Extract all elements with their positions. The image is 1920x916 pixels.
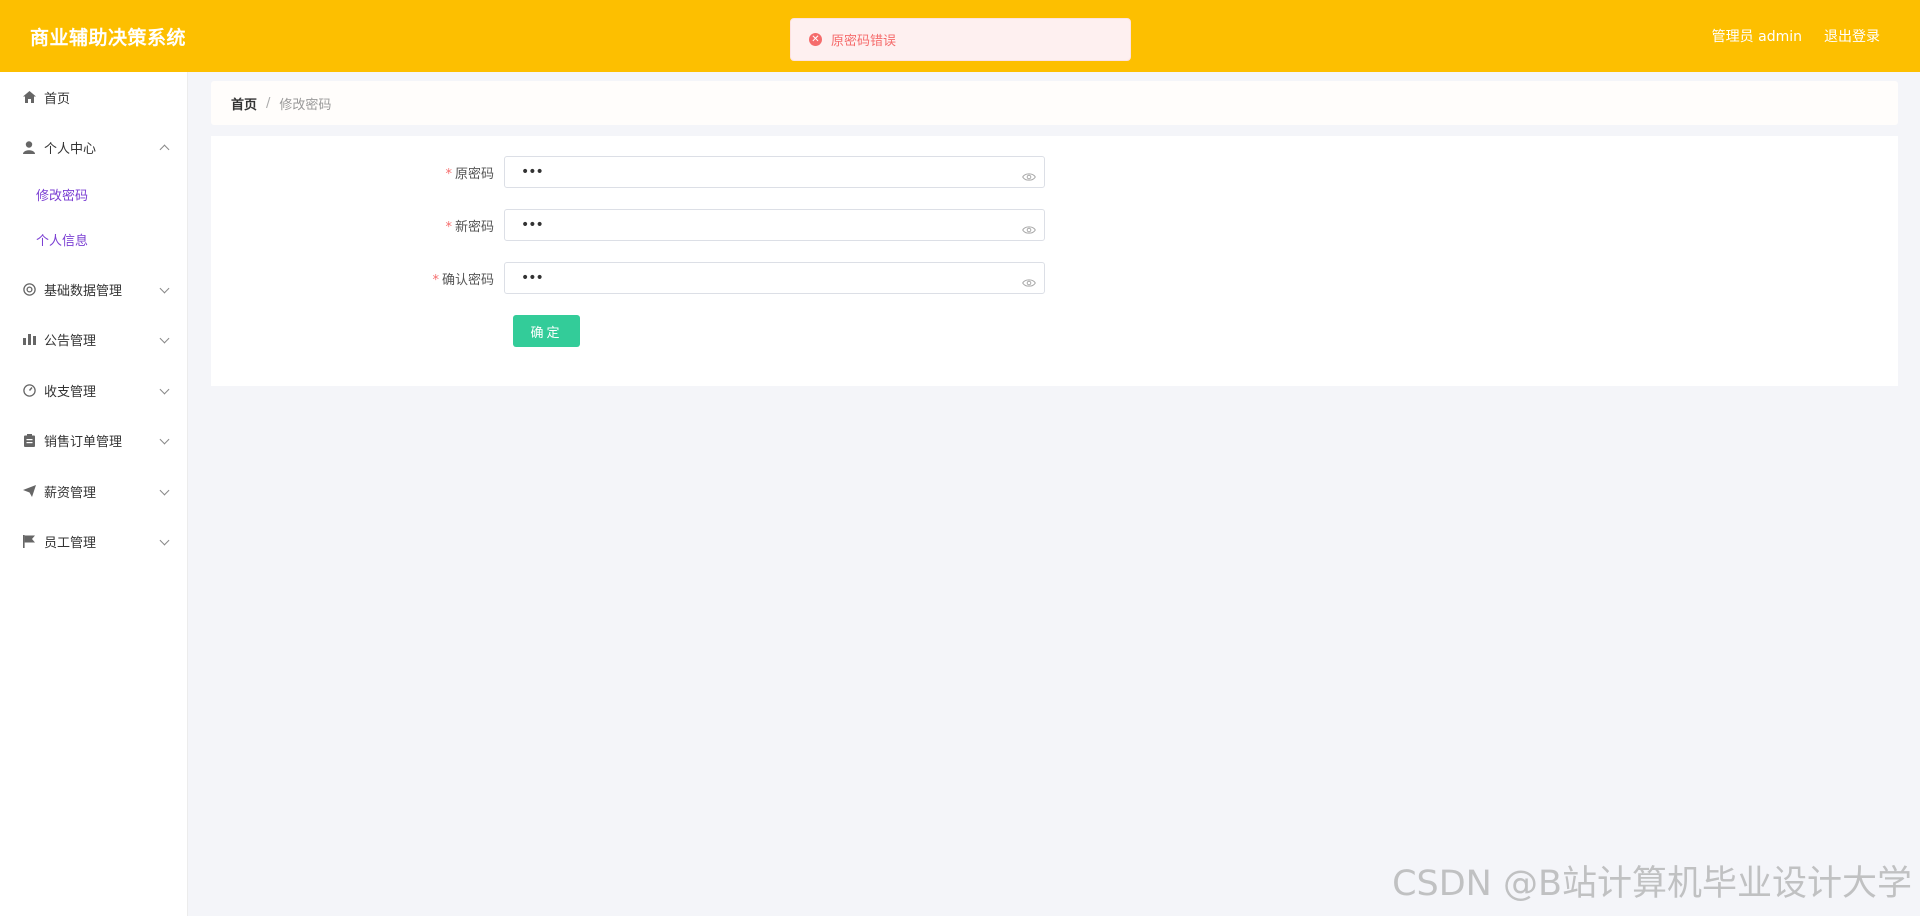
- confirm-password-field[interactable]: [504, 262, 1045, 294]
- home-icon: [22, 90, 36, 104]
- sidebar-item-basic-data[interactable]: 基础数据管理: [0, 264, 188, 314]
- sidebar-item-salary[interactable]: 薪资管理: [0, 466, 188, 516]
- sidebar-item-personal-center[interactable]: 个人中心: [0, 122, 188, 172]
- sidebar-item-label: 公告管理: [44, 333, 97, 349]
- field-label-text: 原密码: [454, 166, 494, 182]
- form-row-confirm-password: * 确认密码: [211, 262, 1045, 294]
- old-password-field[interactable]: [504, 156, 1045, 188]
- new-password-field[interactable]: [504, 209, 1045, 241]
- sidebar-item-announcements[interactable]: 公告管理: [0, 314, 188, 364]
- clipboard-icon: [22, 433, 36, 447]
- error-toast: ✕ 原密码错误: [790, 18, 1131, 61]
- logout-link[interactable]: 退出登录: [1824, 26, 1880, 46]
- sidebar-subitem-label: 修改密码: [36, 188, 89, 204]
- sidebar-item-label: 个人中心: [44, 141, 97, 157]
- eye-icon[interactable]: [1022, 220, 1036, 234]
- chevron-down-icon: [159, 434, 170, 445]
- chevron-down-icon: [159, 535, 170, 546]
- sidebar-item-home[interactable]: 首页: [0, 72, 188, 122]
- form-row-new-password: * 新密码: [211, 209, 1045, 241]
- app-title: 商业辅助决策系统: [30, 26, 187, 49]
- breadcrumb-current: 修改密码: [279, 97, 332, 113]
- required-asterisk: *: [432, 272, 439, 288]
- admin-user-label: 管理员 admin: [1711, 29, 1802, 45]
- sidebar-item-employees[interactable]: 员工管理: [0, 516, 188, 566]
- sidebar-item-label: 员工管理: [44, 535, 97, 551]
- sidebar-item-label: 首页: [44, 91, 71, 107]
- paper-plane-icon: [22, 484, 36, 498]
- breadcrumb-home[interactable]: 首页: [231, 94, 257, 113]
- chevron-up-icon: [159, 144, 170, 155]
- toast-message: 原密码错误: [831, 34, 897, 49]
- sidebar-item-label: 销售订单管理: [44, 434, 123, 450]
- gear-circle-icon: [22, 282, 36, 296]
- header-user-area: 管理员 admin 退出登录: [1712, 26, 1880, 46]
- sidebar-item-finance[interactable]: 收支管理: [0, 365, 188, 415]
- old-password-label: * 原密码: [211, 163, 504, 182]
- new-password-label: * 新密码: [211, 216, 504, 235]
- chevron-down-icon: [159, 333, 170, 344]
- breadcrumb: 首页 / 修改密码: [211, 81, 1898, 125]
- required-asterisk: *: [445, 219, 452, 235]
- field-label-text: 确认密码: [441, 272, 494, 288]
- field-label-text: 新密码: [454, 219, 494, 235]
- change-password-form: *原密码 *新密码 *确认密码 确定: [211, 136, 1898, 386]
- sidebar-item-sales-orders[interactable]: 销售订单管理: [0, 415, 188, 465]
- sidebar-item-label: 薪资管理: [44, 485, 97, 501]
- breadcrumb-separator: /: [266, 95, 271, 111]
- required-asterisk: *: [445, 166, 452, 182]
- form-row-old-password: * 原密码: [211, 156, 1045, 188]
- bar-chart-icon: [22, 332, 36, 346]
- confirm-password-input[interactable]: [519, 269, 999, 287]
- sidebar-subitem-label: 个人信息: [36, 233, 89, 249]
- sidebar-item-label: 基础数据管理: [44, 283, 123, 299]
- sidebar-item-label: 收支管理: [44, 384, 97, 400]
- chevron-down-icon: [159, 384, 170, 395]
- gauge-icon: [22, 383, 36, 397]
- watermark: CSDN @B站计算机毕业设计大学: [1392, 864, 1912, 904]
- sidebar-subitem-change-password[interactable]: 修改密码: [0, 174, 188, 214]
- error-circle-icon: ✕: [809, 33, 822, 46]
- eye-icon[interactable]: [1022, 273, 1036, 287]
- eye-icon[interactable]: [1022, 167, 1036, 181]
- sidebar-subitem-personal-info[interactable]: 个人信息: [0, 219, 188, 259]
- new-password-input[interactable]: [519, 216, 999, 234]
- confirm-password-label: * 确认密码: [211, 269, 504, 288]
- chevron-down-icon: [159, 283, 170, 294]
- old-password-input[interactable]: [519, 163, 999, 181]
- chevron-down-icon: [159, 485, 170, 496]
- flag-icon: [22, 534, 36, 548]
- sidebar: 首页 个人中心 修改密码 个人信息 基础数据管理 公告管理 收支管理 销售订单管…: [0, 72, 188, 916]
- confirm-button[interactable]: 确定: [513, 315, 580, 347]
- user-icon: [22, 140, 36, 154]
